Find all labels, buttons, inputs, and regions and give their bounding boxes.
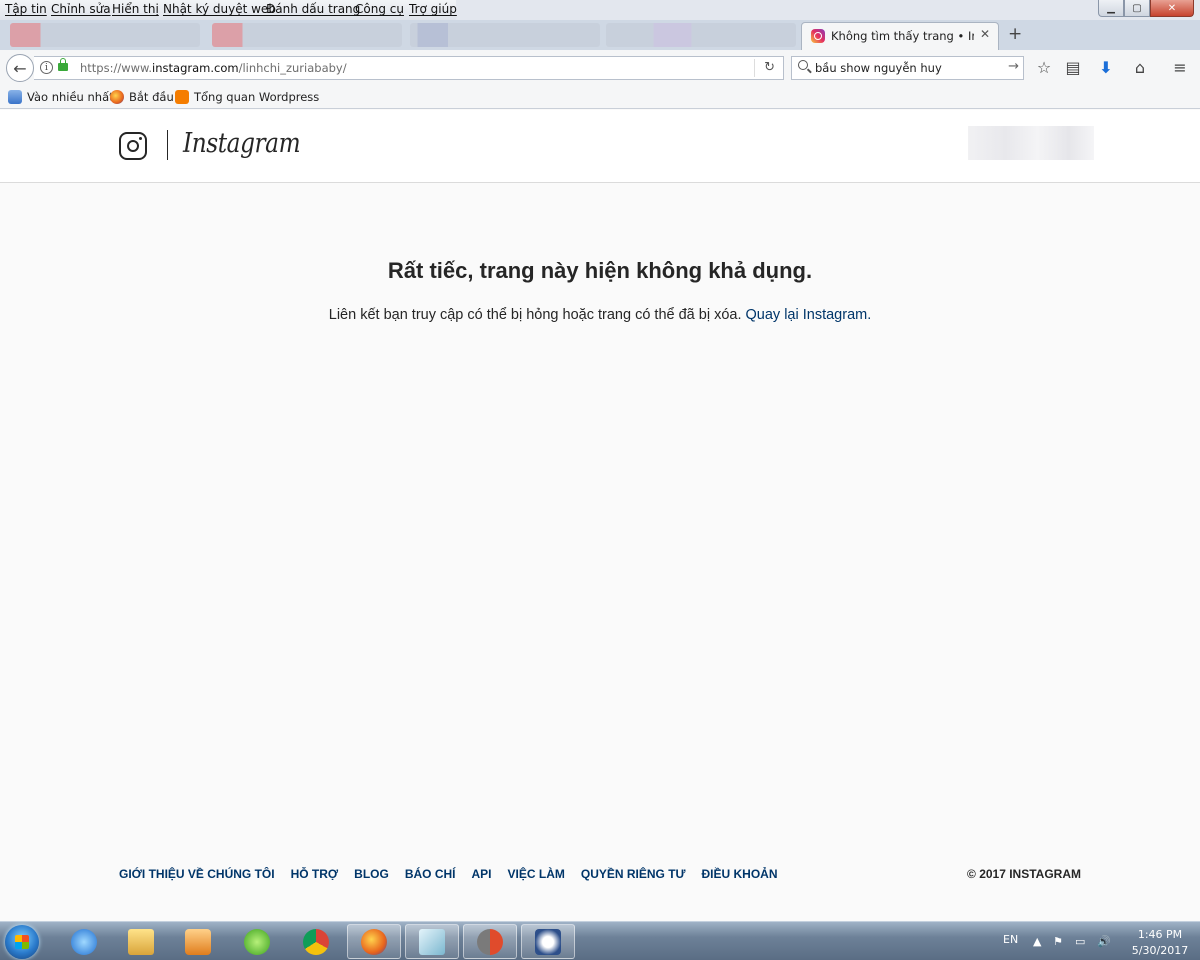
instagram-header: Instagram [0, 110, 1200, 183]
app-circle-icon [477, 928, 503, 955]
language-indicator[interactable]: EN [1003, 933, 1018, 946]
taskbar-app-badge[interactable] [521, 924, 575, 959]
blogger-icon [175, 90, 189, 104]
start-button[interactable] [5, 925, 39, 959]
footer-links: GIỚI THIỆU VỀ CHÚNG TÔI HỖ TRỢ BLOG BÁO … [119, 867, 778, 881]
home-icon[interactable]: ⌂ [1130, 58, 1150, 78]
tab-close-icon[interactable]: ✕ [980, 27, 990, 41]
lock-icon [58, 58, 68, 71]
address-bar[interactable]: i https://www.instagram.com/linhchi_zuri… [34, 56, 784, 80]
taskbar-internet-explorer[interactable] [57, 924, 111, 959]
menu-tools[interactable]: Công cụ [355, 2, 404, 16]
instagram-wordmark[interactable]: Instagram [183, 128, 301, 159]
green-app-icon [244, 928, 270, 955]
tab-blurred[interactable] [606, 23, 796, 47]
address-url[interactable]: https://www.instagram.com/linhchi_zuriab… [80, 61, 347, 75]
bookmarks-toolbar: Vào nhiều nhất Bắt đầu Tổng quan Wordpre… [0, 86, 1200, 109]
search-bar[interactable]: bầu show nguyễn huy → [791, 56, 1024, 80]
blurred-user-area [968, 126, 1094, 160]
error-message-text: Liên kết bạn truy cập có thể bị hỏng hoặ… [328, 307, 742, 323]
taskbar-app-window[interactable] [405, 924, 459, 959]
footer-copyright: © 2017 INSTAGRAM [967, 867, 1081, 881]
tab-blurred[interactable] [212, 23, 402, 47]
taskbar-green-app[interactable] [230, 924, 284, 959]
footer-link-about[interactable]: GIỚI THIỆU VỀ CHÚNG TÔI [119, 867, 275, 881]
app-badge-icon [535, 928, 561, 955]
taskbar-firefox[interactable] [347, 924, 401, 959]
page-footer: GIỚI THIỆU VỀ CHÚNG TÔI HỖ TRỢ BLOG BÁO … [0, 867, 1200, 887]
error-title: Rất tiếc, trang này hiện không khả dụng. [387, 258, 813, 283]
footer-link-api[interactable]: API [472, 867, 492, 881]
minimize-button[interactable]: ▁ [1098, 0, 1124, 17]
network-icon[interactable]: ▭ [1075, 935, 1085, 948]
footer-link-blog[interactable]: BLOG [354, 867, 389, 881]
clock-time[interactable]: 1:46 PM [1130, 928, 1190, 941]
footer-link-privacy[interactable]: QUYỀN RIÊNG TƯ [581, 867, 686, 881]
tray-expand-icon[interactable]: ▲ [1033, 935, 1041, 948]
hamburger-icon[interactable]: ≡ [1170, 58, 1190, 78]
app-window-icon [419, 928, 445, 955]
windows-taskbar: EN ▲ ⚑ ▭ 🔊 1:46 PM 5/30/2017 [0, 921, 1200, 960]
clock-date[interactable]: 5/30/2017 [1130, 944, 1190, 957]
header-divider [167, 130, 168, 160]
menu-bar: Tập tin Chỉnh sửa Hiển thị Nhật ký duyệt… [0, 0, 1200, 20]
footer-link-jobs[interactable]: VIỆC LÀM [508, 867, 565, 881]
menu-edit[interactable]: Chỉnh sửa [51, 2, 111, 16]
navigation-toolbar: ← i https://www.instagram.com/linhchi_zu… [0, 50, 1200, 86]
taskbar-chrome[interactable] [289, 924, 343, 959]
taskbar-app-circle[interactable] [463, 924, 517, 959]
tab-active[interactable]: Không tìm thấy trang • Instag ✕ [801, 22, 999, 50]
close-window-button[interactable]: ✕ [1150, 0, 1194, 17]
menu-bookmarks[interactable]: Đánh dấu trang [266, 2, 360, 16]
menu-help[interactable]: Trợ giúp [409, 2, 457, 16]
error-message: Liên kết bạn truy cập có thể bị hỏng hoặ… [0, 307, 1200, 323]
maximize-button[interactable]: ▢ [1124, 0, 1150, 17]
bookmark-getting-started[interactable]: Bắt đầu [110, 90, 174, 104]
menu-history[interactable]: Nhật ký duyệt web [163, 2, 276, 16]
info-icon[interactable]: i [40, 61, 53, 74]
internet-explorer-icon [71, 928, 97, 955]
firefox-icon [361, 928, 387, 955]
menu-view[interactable]: Hiển thị [112, 2, 159, 16]
search-icon [798, 60, 808, 70]
bookmark-most-visited[interactable]: Vào nhiều nhất [8, 90, 114, 104]
media-player-icon [185, 928, 211, 955]
taskbar-media-player[interactable] [171, 924, 225, 959]
new-tab-button[interactable]: + [1008, 24, 1022, 44]
action-center-flag-icon[interactable]: ⚑ [1053, 935, 1063, 948]
bookmark-wordpress[interactable]: Tổng quan Wordpress [175, 90, 319, 104]
search-input[interactable]: bầu show nguyễn huy [815, 61, 942, 75]
download-icon[interactable]: ⬇ [1096, 58, 1116, 78]
back-arrow-icon[interactable]: ← [6, 54, 34, 82]
most-visited-icon [8, 90, 22, 104]
go-arrow-icon[interactable]: → [1008, 59, 1019, 74]
back-to-instagram-link[interactable]: Quay lại Instagram. [746, 307, 872, 323]
taskbar-file-explorer[interactable] [114, 924, 168, 959]
reader-icon[interactable]: ▤ [1063, 58, 1083, 78]
firefox-icon [110, 90, 124, 104]
menu-file[interactable]: Tập tin [5, 2, 47, 16]
chrome-icon [303, 928, 329, 955]
reload-icon[interactable]: ↻ [764, 60, 775, 75]
instagram-camera-icon[interactable] [119, 132, 147, 160]
footer-link-press[interactable]: BÁO CHÍ [405, 867, 456, 881]
star-icon[interactable]: ☆ [1034, 58, 1054, 78]
address-divider [754, 59, 755, 77]
system-tray: EN ▲ ⚑ ▭ 🔊 1:46 PM 5/30/2017 [1000, 922, 1200, 960]
tab-blurred[interactable] [410, 23, 600, 47]
folder-icon [128, 928, 154, 955]
tab-blurred[interactable] [10, 23, 200, 47]
footer-link-support[interactable]: HỖ TRỢ [291, 867, 339, 881]
instagram-favicon-icon [811, 29, 825, 43]
footer-link-terms[interactable]: ĐIỀU KHOẢN [702, 867, 778, 881]
tab-title: Không tìm thấy trang • Instag [831, 29, 974, 43]
volume-icon[interactable]: 🔊 [1097, 935, 1111, 948]
window-controls: ▁ ▢ ✕ [1098, 0, 1194, 17]
